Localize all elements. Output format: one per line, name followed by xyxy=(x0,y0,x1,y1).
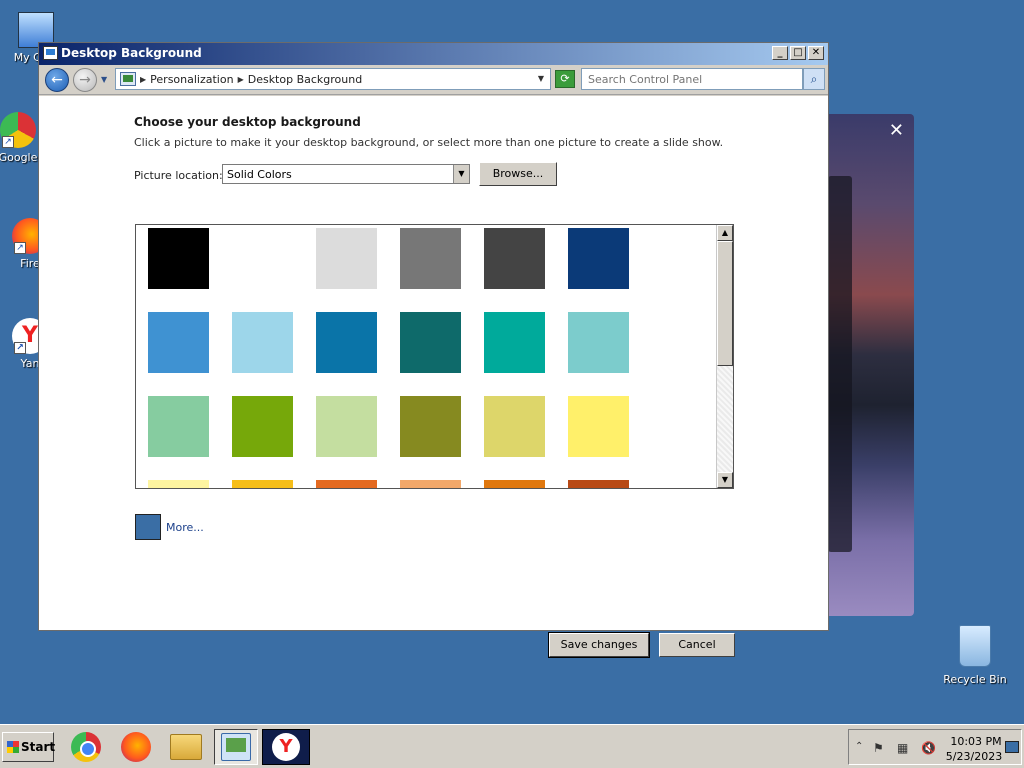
color-swatch[interactable] xyxy=(232,396,293,457)
breadcrumb[interactable]: ▶ Personalization ▶ Desktop Background ▼ xyxy=(115,68,551,90)
control-panel-icon xyxy=(221,733,251,761)
color-swatch[interactable] xyxy=(316,228,377,289)
taskbar-explorer[interactable] xyxy=(164,729,208,765)
chevron-right-icon[interactable]: ▶ xyxy=(238,75,244,84)
chrome-icon xyxy=(71,732,101,762)
chevron-right-icon[interactable]: ▶ xyxy=(140,75,146,84)
taskbar-chrome[interactable] xyxy=(64,729,108,765)
clock-time[interactable]: 10:03 PM xyxy=(949,735,1003,748)
color-swatch[interactable] xyxy=(568,312,629,373)
back-button[interactable]: ← xyxy=(45,68,69,92)
shortcut-arrow-icon: ↗ xyxy=(2,136,14,148)
chevron-down-icon[interactable]: ▼ xyxy=(453,165,469,183)
color-swatch[interactable] xyxy=(568,396,629,457)
save-changes-button[interactable]: Save changes xyxy=(548,632,650,658)
color-swatch[interactable] xyxy=(484,396,545,457)
color-swatch[interactable] xyxy=(484,228,545,289)
main-content: Choose your desktop background Click a p… xyxy=(39,96,828,658)
color-swatch[interactable] xyxy=(400,396,461,457)
window-controls: _ □ ✕ xyxy=(772,46,824,60)
picture-location-value: Solid Colors xyxy=(227,168,292,181)
color-swatch[interactable] xyxy=(316,396,377,457)
clock-date[interactable]: 5/23/2023 xyxy=(945,750,1003,763)
breadcrumb-personalization[interactable]: Personalization xyxy=(150,73,233,86)
desktop-icon-recycle-bin[interactable]: Recycle Bin xyxy=(940,625,1010,686)
chevron-down-icon[interactable]: ▼ xyxy=(538,74,544,83)
desktop-icon-label: Recycle Bin xyxy=(943,673,1007,686)
scroll-up-button[interactable]: ▲ xyxy=(717,225,733,241)
shortcut-arrow-icon: ↗ xyxy=(14,242,26,254)
scroll-thumb[interactable] xyxy=(717,241,733,366)
refresh-button[interactable]: ⟳ xyxy=(555,70,575,88)
address-bar: ← → ▼ ▶ Personalization ▶ Desktop Backgr… xyxy=(39,65,828,95)
breadcrumb-desktop-background[interactable]: Desktop Background xyxy=(248,73,363,86)
recent-pages-dropdown-icon[interactable]: ▼ xyxy=(101,75,107,84)
control-panel-icon xyxy=(43,46,58,60)
color-swatch-list: ▲ ▼ xyxy=(135,224,734,489)
instructions-text: Click a picture to make it your desktop … xyxy=(134,136,724,149)
color-swatch[interactable] xyxy=(232,480,293,488)
desktop-background-window: Desktop Background _ □ ✕ ← → ▼ ▶ Persona… xyxy=(38,42,829,658)
title-bar[interactable]: Desktop Background _ □ ✕ xyxy=(39,43,828,65)
start-button[interactable]: Start xyxy=(2,732,56,762)
color-swatch[interactable] xyxy=(148,312,209,373)
current-color-swatch[interactable] xyxy=(135,514,161,540)
color-swatch[interactable] xyxy=(148,228,209,289)
close-icon[interactable]: ✕ xyxy=(889,120,904,141)
action-center-flag-icon[interactable]: ⚑ xyxy=(873,741,884,755)
show-desktop-button[interactable] xyxy=(1005,741,1019,753)
picture-location-select[interactable]: Solid Colors ▼ xyxy=(222,164,470,184)
vertical-scrollbar[interactable]: ▲ ▼ xyxy=(716,225,733,488)
taskbar-control-panel[interactable] xyxy=(214,729,258,765)
scroll-down-button[interactable]: ▼ xyxy=(717,472,733,488)
window-title: Desktop Background xyxy=(61,46,202,60)
color-swatch[interactable] xyxy=(316,480,377,488)
color-swatch[interactable] xyxy=(148,396,209,457)
search-icon[interactable]: ⌕ xyxy=(803,68,825,90)
color-swatch[interactable] xyxy=(400,228,461,289)
photo-viewer-window[interactable]: ✕ xyxy=(822,114,914,616)
more-colors-link[interactable]: More... xyxy=(166,521,204,534)
picture-location-label: Picture location: xyxy=(134,169,223,182)
color-swatch[interactable] xyxy=(484,312,545,373)
color-swatch[interactable] xyxy=(316,312,377,373)
taskbar-firefox[interactable] xyxy=(114,729,158,765)
control-panel-icon xyxy=(120,72,136,86)
minimize-button[interactable]: _ xyxy=(772,46,788,60)
forward-button[interactable]: → xyxy=(73,68,97,92)
shortcut-arrow-icon: ↗ xyxy=(14,342,26,354)
color-swatch[interactable] xyxy=(400,312,461,373)
browse-button[interactable]: Browse... xyxy=(479,162,557,186)
yandex-icon: Y xyxy=(272,733,300,761)
windows-logo-icon xyxy=(7,741,19,753)
chrome-icon: ↗ xyxy=(0,112,36,148)
color-swatch[interactable] xyxy=(484,480,545,488)
firefox-icon xyxy=(121,732,151,762)
color-swatch[interactable] xyxy=(568,480,629,488)
color-swatch[interactable] xyxy=(568,228,629,289)
photo-viewer-panel xyxy=(828,176,852,552)
cancel-button[interactable]: Cancel xyxy=(659,633,735,657)
close-button[interactable]: ✕ xyxy=(808,46,824,60)
color-swatch[interactable] xyxy=(232,228,293,289)
search-input[interactable] xyxy=(581,68,803,90)
system-tray: ⌃ ⚑ ▦ 🔇 10:03 PM 5/23/2023 xyxy=(848,729,1022,765)
page-title: Choose your desktop background xyxy=(134,115,361,129)
network-icon[interactable]: ▦ xyxy=(897,741,908,755)
maximize-button[interactable]: □ xyxy=(790,46,806,60)
volume-muted-icon[interactable]: 🔇 xyxy=(921,741,936,755)
color-swatch[interactable] xyxy=(232,312,293,373)
color-swatch[interactable] xyxy=(400,480,461,488)
chevron-up-icon[interactable]: ⌃ xyxy=(855,741,863,752)
folder-icon xyxy=(170,734,202,760)
start-label: Start xyxy=(21,740,56,754)
taskbar: Start Y ⌃ ⚑ ▦ 🔇 10:03 PM 5/23/2023 xyxy=(0,724,1024,768)
taskbar-yandex[interactable]: Y xyxy=(262,729,310,765)
recycle-bin-icon xyxy=(959,625,991,667)
color-swatch[interactable] xyxy=(148,480,209,488)
